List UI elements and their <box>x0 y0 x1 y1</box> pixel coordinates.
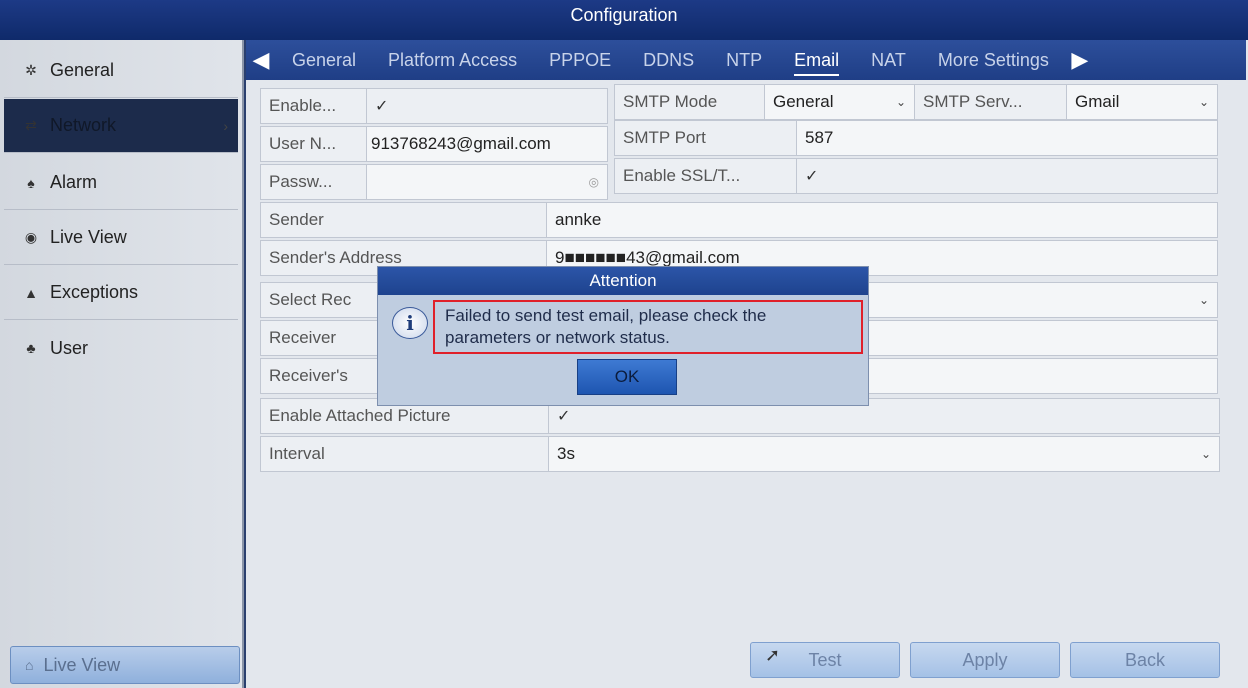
dialog-title: Attention <box>378 267 868 295</box>
sidebar-item-exceptions[interactable]: ▲ Exceptions <box>4 266 238 320</box>
smtp-mode-value: General <box>773 92 834 111</box>
sidebar-item-label: Exceptions <box>50 282 139 302</box>
sidebar-item-network[interactable]: ⇄ Network › <box>4 99 238 153</box>
enable-label: Enable... <box>261 89 367 123</box>
username-row: User N... 913768243@gmail.com <box>260 126 608 162</box>
chevron-down-icon: ⌄ <box>895 95 906 109</box>
sidebar-item-label: User <box>50 337 89 358</box>
smtp-mode-label: SMTP Mode <box>615 85 765 119</box>
test-button[interactable]: ➚ Test <box>750 642 900 678</box>
smtp-mode-select[interactable]: General ⌄ <box>765 85 915 119</box>
smtp-mode-row: SMTP Mode General ⌄ SMTP Serv... Gmail ⌄ <box>614 84 1218 120</box>
live-view-label: Live View <box>43 654 121 675</box>
attention-dialog: Attention i Failed to send test email, p… <box>377 266 869 406</box>
chevron-down-icon: ⌄ <box>1200 447 1211 461</box>
password-label: Passw... <box>261 165 367 199</box>
gear-icon: ✲ <box>25 62 37 78</box>
chevron-right-icon: › <box>223 117 228 134</box>
sender-field[interactable]: annke <box>547 203 1217 237</box>
username-label: User N... <box>261 127 367 161</box>
sidebar-item-user[interactable]: ♣ User <box>4 321 238 375</box>
network-icon: ⇄ <box>25 117 37 133</box>
interval-label: Interval <box>261 437 549 471</box>
back-button[interactable]: Back <box>1070 642 1220 678</box>
tab-pppoe[interactable]: PPPOE <box>549 50 611 71</box>
window-title: Configuration <box>0 0 1248 40</box>
info-icon: i <box>392 307 428 339</box>
sidebar-item-alarm[interactable]: ♠ Alarm <box>4 156 238 210</box>
tab-ntp[interactable]: NTP <box>726 50 762 71</box>
chevron-down-icon: ⌄ <box>1198 293 1209 307</box>
cursor-icon: ➚ <box>765 645 781 665</box>
ssl-row: Enable SSL/T... ✓ <box>614 158 1218 194</box>
sidebar-item-live-view[interactable]: ◉ Live View <box>4 211 238 265</box>
tab-ddns[interactable]: DDNS <box>643 50 694 71</box>
tab-scroll-left-icon[interactable]: ◀ <box>246 47 276 73</box>
sidebar-item-label: Live View <box>50 227 127 247</box>
warning-icon: ▲ <box>24 284 38 301</box>
eye-icon[interactable]: ◎ <box>589 175 599 189</box>
sender-row: Sender annke <box>260 202 1218 238</box>
enable-row: Enable... ✓ <box>260 88 608 124</box>
live-view-button[interactable]: ⌂ Live View <box>10 646 240 684</box>
tab-more-settings[interactable]: More Settings <box>938 50 1049 71</box>
tab-nat[interactable]: NAT <box>871 50 906 71</box>
tab-scroll-right-icon[interactable]: ▶ <box>1065 47 1095 73</box>
smtp-server-value: Gmail <box>1075 92 1120 111</box>
password-field[interactable]: ◎ <box>367 165 607 199</box>
interval-value: 3s <box>557 444 575 463</box>
smtp-server-select[interactable]: Gmail ⌄ <box>1067 85 1217 119</box>
tab-general[interactable]: General <box>292 50 356 71</box>
password-row: Passw... ◎ <box>260 164 608 200</box>
tab-email[interactable]: Email <box>794 50 840 76</box>
ssl-checkbox[interactable]: ✓ <box>797 159 1217 193</box>
sidebar: ✲ General ⇄ Network › ♠ Alarm ◉ Live Vie… <box>0 40 244 688</box>
apply-button[interactable]: Apply <box>910 642 1060 678</box>
ok-button[interactable]: OK <box>577 359 677 395</box>
smtp-port-row: SMTP Port 587 <box>614 120 1218 156</box>
username-field[interactable]: 913768243@gmail.com <box>367 127 607 161</box>
enable-checkbox[interactable]: ✓ <box>367 89 607 123</box>
smtp-port-field[interactable]: 587 <box>797 121 1217 155</box>
sidebar-item-label: General <box>50 60 115 80</box>
sidebar-item-label: Alarm <box>50 172 98 192</box>
tab-bar: ◀ General Platform Access PPPOE DDNS NTP… <box>246 40 1246 80</box>
chevron-down-icon: ⌄ <box>1198 95 1209 109</box>
smtp-server-label: SMTP Serv... <box>915 85 1067 119</box>
sidebar-item-label: Network <box>50 115 117 135</box>
alarm-icon: ♠ <box>27 174 35 191</box>
home-icon: ⌂ <box>25 657 34 673</box>
interval-select[interactable]: 3s ⌄ <box>549 437 1219 471</box>
dialog-message: Failed to send test email, please check … <box>433 300 863 354</box>
tab-platform-access[interactable]: Platform Access <box>388 50 517 71</box>
ssl-label: Enable SSL/T... <box>615 159 797 193</box>
eye-icon: ◉ <box>24 229 38 245</box>
users-icon: ♣ <box>26 340 36 356</box>
test-label: Test <box>808 649 842 670</box>
sender-label: Sender <box>261 203 547 237</box>
sidebar-item-general[interactable]: ✲ General <box>4 44 238 98</box>
smtp-port-label: SMTP Port <box>615 121 797 155</box>
interval-row: Interval 3s ⌄ <box>260 436 1220 472</box>
